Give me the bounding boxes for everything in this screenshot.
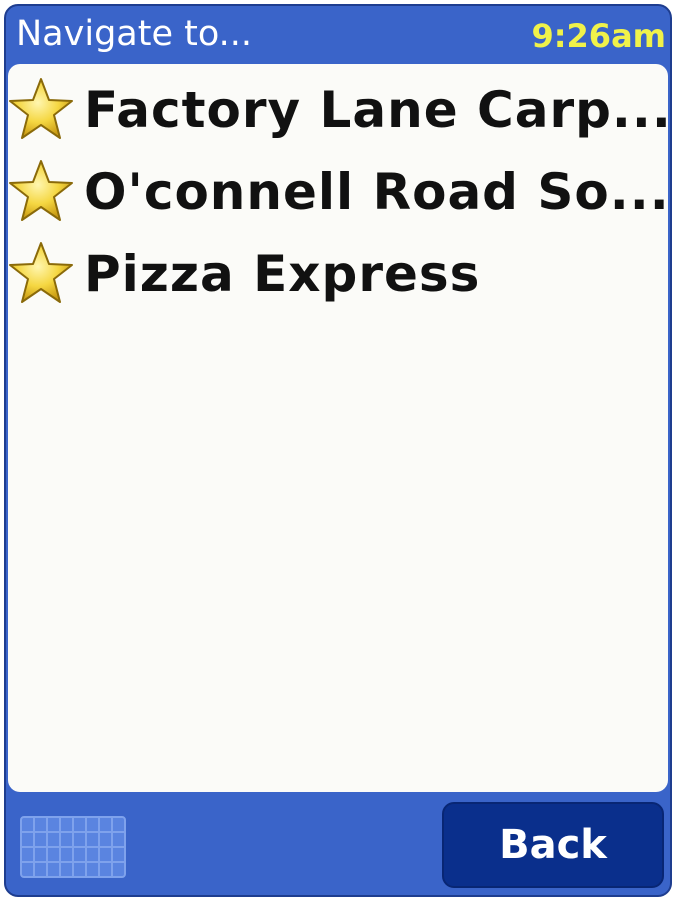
title-bar: Navigate to... 9:26am (6, 6, 670, 64)
list-item-pizza-express[interactable]: Pizza Express (8, 234, 668, 314)
clock-time: 9:26am (531, 17, 666, 55)
star-icon (9, 160, 73, 221)
keyboard-icon[interactable] (20, 816, 126, 878)
list-item-label: Pizza Express (84, 245, 481, 303)
navigation-screen: Navigate to... 9:26am Factory Lane Carp.… (4, 4, 672, 897)
list-item-label: Factory Lane Carp... (84, 81, 668, 139)
star-icon (9, 242, 73, 303)
list-item-label: O'connell Road So... (84, 163, 668, 221)
favorites-list: Factory Lane Carp... O'connell Road So..… (8, 64, 668, 792)
screen-title: Navigate to... (16, 14, 253, 54)
back-button[interactable]: Back (442, 802, 664, 888)
star-icon (9, 78, 73, 139)
bottom-bar: Back (6, 792, 670, 895)
list-item-oconnell-road[interactable]: O'connell Road So... (8, 152, 668, 232)
list-item-factory-lane[interactable]: Factory Lane Carp... (8, 70, 668, 150)
